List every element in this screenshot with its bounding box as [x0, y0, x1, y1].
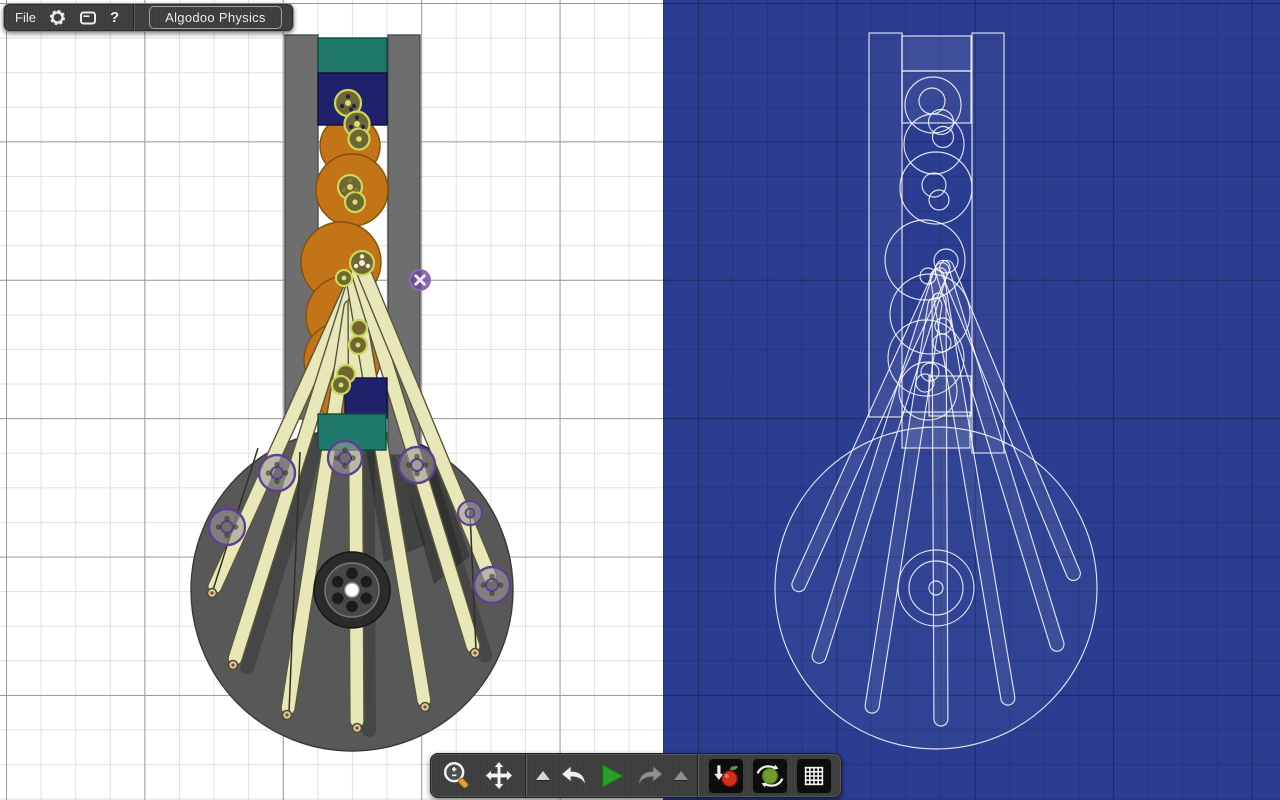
- undo-button[interactable]: [558, 761, 590, 791]
- toolbar-divider: [697, 754, 699, 797]
- contraption-solid-view[interactable]: [191, 35, 513, 751]
- grid-toggle-button[interactable]: [796, 758, 832, 794]
- expander-left-button[interactable]: [536, 771, 550, 780]
- bottom-toolbar: [430, 753, 842, 798]
- app-title: Algodoo Physics: [149, 6, 282, 29]
- top-toolbar: File ? Algodoo Physics: [3, 3, 294, 32]
- contraption-blueprint-view: [775, 33, 1097, 749]
- gravity-toggle-button[interactable]: [708, 758, 744, 794]
- play-button[interactable]: [598, 762, 626, 790]
- air-friction-toggle-button[interactable]: [752, 758, 788, 794]
- toolbar-divider: [133, 4, 135, 31]
- physics-scene[interactable]: [0, 0, 1280, 800]
- redo-button[interactable]: [634, 761, 666, 791]
- file-menu-button[interactable]: File: [15, 10, 36, 25]
- help-icon[interactable]: ?: [110, 9, 119, 26]
- zoom-tool-button[interactable]: [440, 759, 474, 793]
- toolbar-divider: [525, 754, 527, 797]
- expander-right-button[interactable]: [674, 771, 688, 780]
- gear-icon[interactable]: [49, 9, 66, 26]
- pan-tool-button[interactable]: [482, 759, 516, 793]
- window-icon[interactable]: [79, 10, 97, 26]
